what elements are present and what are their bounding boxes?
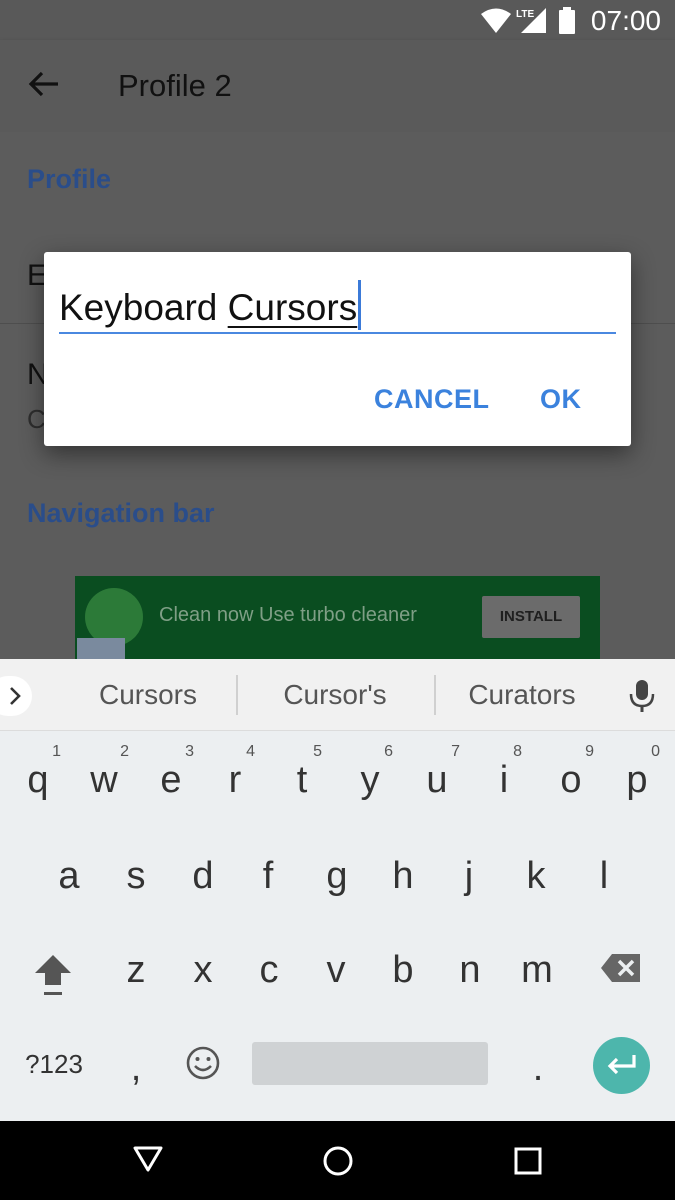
key-z[interactable]: z (121, 949, 151, 992)
key-i[interactable]: i8 (494, 743, 522, 802)
key-s[interactable]: s (121, 855, 151, 898)
status-bar: LTE 07:00 (0, 0, 675, 40)
key-u[interactable]: u7 (422, 743, 460, 802)
key-w[interactable]: w2 (87, 743, 129, 802)
ad-install-button[interactable]: INSTALL (482, 596, 580, 638)
key-m[interactable]: m (517, 949, 557, 992)
key-q[interactable]: q1 (23, 743, 61, 802)
app-bar: Profile 2 (0, 40, 675, 132)
key-f[interactable]: f (256, 855, 280, 898)
input-text: Keyboard (59, 287, 228, 328)
shift-icon[interactable] (32, 952, 74, 998)
key-h[interactable]: h (388, 855, 418, 898)
system-nav-bar (0, 1121, 675, 1200)
key-n[interactable]: n (455, 949, 485, 992)
section-profile-title: Profile (27, 164, 112, 194)
symbols-key[interactable]: ?123 (20, 1049, 88, 1080)
expand-suggestions-button[interactable] (0, 676, 32, 716)
enter-arrow-icon (607, 1055, 636, 1075)
key-b[interactable]: b (388, 949, 418, 992)
key-o[interactable]: o9 (556, 743, 594, 802)
key-d[interactable]: d (188, 855, 218, 898)
key-r[interactable]: r4 (223, 743, 255, 802)
suggestion-2[interactable]: Cursor's (245, 679, 425, 711)
key-period[interactable]: . (528, 1047, 548, 1090)
svg-text:LTE: LTE (516, 9, 534, 20)
wifi-icon (481, 8, 511, 33)
setting-row-name-summary: C (27, 404, 46, 434)
keyboard: q1 w2 e3 r4 t5 y6 u7 i8 o9 p0 a s d f g … (0, 731, 675, 1121)
emoji-icon[interactable] (186, 1046, 220, 1080)
back-arrow-icon[interactable] (28, 70, 60, 98)
ad-banner[interactable]: Clean now Use turbo cleaner INSTALL (75, 576, 600, 659)
section-navigation-title: Navigation bar (27, 498, 215, 528)
rename-dialog: Keyboard Cursors CANCEL OK (44, 252, 631, 446)
profile-name-input[interactable]: Keyboard Cursors (59, 280, 616, 334)
key-e[interactable]: e3 (156, 743, 194, 802)
key-l[interactable]: l (594, 855, 614, 898)
ad-text: Clean now Use turbo cleaner (159, 604, 417, 626)
key-j[interactable]: j (459, 855, 479, 898)
key-t[interactable]: t5 (290, 743, 322, 802)
cancel-button[interactable]: CANCEL (374, 384, 490, 415)
key-k[interactable]: k (521, 855, 551, 898)
suggestion-divider (236, 675, 238, 715)
suggestion-1[interactable]: Cursors (58, 679, 238, 711)
enter-button[interactable] (593, 1037, 650, 1094)
page-title: Profile 2 (118, 68, 232, 103)
status-time: 07:00 (590, 5, 661, 36)
ok-button[interactable]: OK (540, 384, 582, 415)
space-bar[interactable] (252, 1042, 488, 1085)
key-y[interactable]: y6 (355, 743, 394, 802)
battery-icon (559, 7, 575, 34)
ad-choices-icon[interactable] (77, 638, 125, 659)
key-c[interactable]: c (254, 949, 284, 992)
suggestion-strip: Cursors Cursor's Curators (0, 659, 675, 731)
backspace-icon[interactable] (600, 953, 642, 983)
back-triangle-icon[interactable] (133, 1145, 163, 1173)
suggestion-3[interactable]: Curators (432, 679, 612, 711)
text-cursor (358, 280, 362, 330)
key-g[interactable]: g (322, 855, 352, 898)
recents-square-icon[interactable] (514, 1147, 542, 1175)
home-circle-icon[interactable] (322, 1145, 354, 1177)
key-p[interactable]: p0 (622, 743, 660, 802)
lte-signal-icon: LTE (516, 8, 546, 33)
microphone-icon[interactable] (628, 679, 656, 713)
key-a[interactable]: a (54, 855, 84, 898)
key-v[interactable]: v (321, 949, 351, 992)
key-x[interactable]: x (188, 949, 218, 992)
key-comma[interactable]: , (126, 1047, 146, 1090)
input-composing-text: Cursors (227, 287, 358, 328)
chevron-right-icon (10, 687, 21, 705)
